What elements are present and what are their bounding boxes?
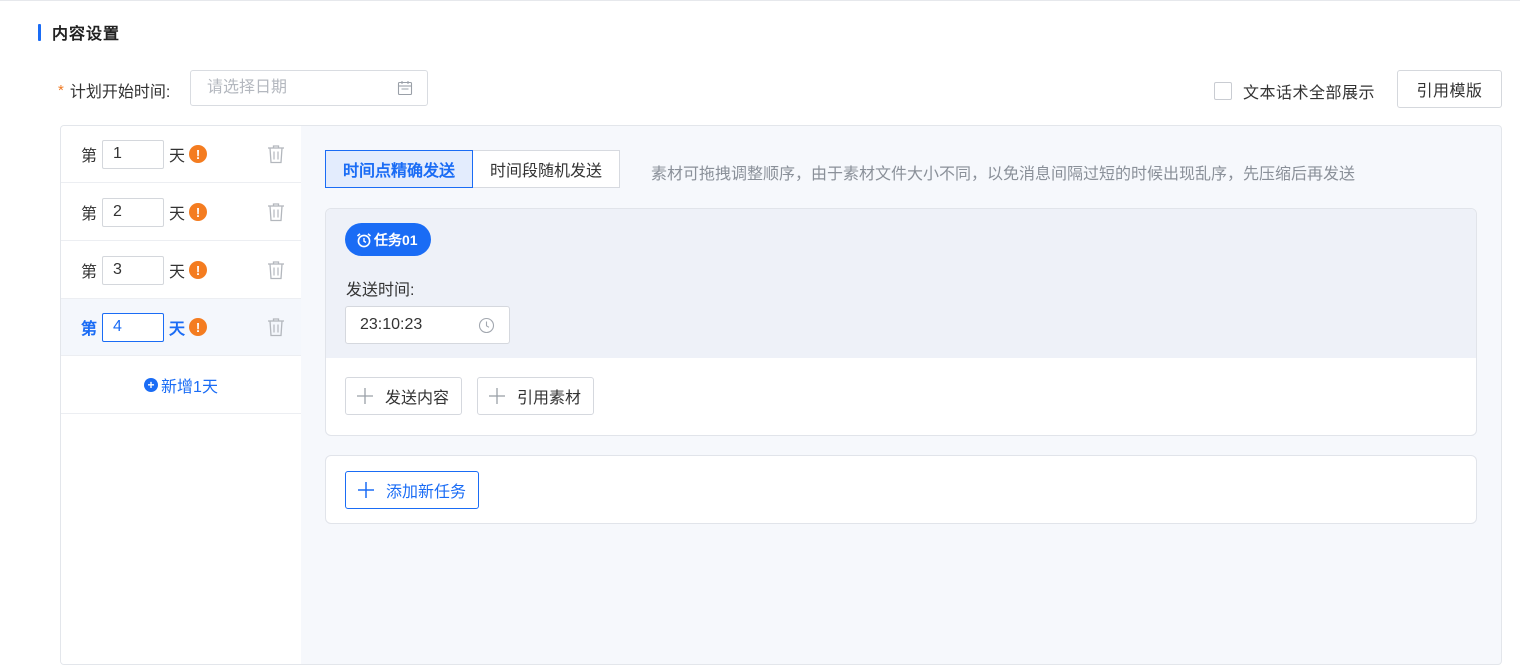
required-mark: * xyxy=(58,81,64,99)
plan-start-label-text: 计划开始时间: xyxy=(69,84,171,101)
send-time-label: 发送时间: xyxy=(346,282,415,299)
warning-icon: ! xyxy=(189,145,207,163)
day-prefix: 第 xyxy=(81,264,98,281)
day-row-4[interactable]: 第 4 天 ! xyxy=(61,299,301,356)
alarm-clock-icon xyxy=(356,232,372,247)
show-all-scripts-checkbox[interactable] xyxy=(1214,82,1232,100)
section-title-accent-bar xyxy=(38,23,41,41)
calendar-icon xyxy=(397,81,413,96)
day-number-input[interactable]: 4 xyxy=(102,312,164,342)
task-badge-label: 任务01 xyxy=(374,231,418,248)
warning-icon: ! xyxy=(189,203,207,221)
task-header: 任务01 发送时间: 23:10:23 xyxy=(326,209,1476,358)
send-time-value: 23:10:23 xyxy=(360,316,423,333)
day-number-input[interactable]: 2 xyxy=(102,197,164,227)
day-number-input[interactable]: 3 xyxy=(102,255,164,285)
tab-precise-time-send[interactable]: 时间点精确发送 xyxy=(325,150,474,188)
plus-icon xyxy=(357,388,373,404)
use-material-button[interactable]: 引用素材 xyxy=(477,377,595,415)
add-day-label: 新增1天 xyxy=(161,379,218,396)
day-suffix: 天 xyxy=(169,321,186,338)
section-title: 内容设置 xyxy=(38,22,121,43)
plus-icon xyxy=(489,388,506,404)
plus-icon xyxy=(358,482,374,498)
task-badge: 任务01 xyxy=(345,223,431,256)
send-mode-tabs: 时间点精确发送 时间段随机发送 xyxy=(325,150,621,188)
send-time-picker[interactable]: 23:10:23 xyxy=(345,306,510,344)
section-title-text: 内容设置 xyxy=(52,26,121,43)
show-all-scripts-option[interactable]: 文本话术全部展示 xyxy=(1214,79,1375,103)
day-row-1[interactable]: 第 1 天 ! xyxy=(61,126,301,183)
add-new-task-label: 添加新任务 xyxy=(386,484,467,501)
day-suffix: 天 xyxy=(169,264,186,281)
plan-start-label: * 计划开始时间: xyxy=(58,78,170,102)
day-prefix: 第 xyxy=(81,148,98,165)
top-divider xyxy=(0,0,1520,1)
trash-icon[interactable] xyxy=(267,202,285,222)
send-content-label: 发送内容 xyxy=(385,390,450,407)
send-content-button[interactable]: 发送内容 xyxy=(345,377,463,415)
clock-icon xyxy=(478,317,495,333)
plan-start-date-picker[interactable] xyxy=(190,70,428,106)
content-panel: 第 1 天 ! 第 2 天 ! 第 3 天 ! 第 4 天 ! + 新增1天 时… xyxy=(60,125,1502,665)
use-template-button[interactable]: 引用模版 xyxy=(1397,70,1502,108)
day-suffix: 天 xyxy=(169,148,186,165)
plus-circle-icon: + xyxy=(144,378,159,392)
warning-icon: ! xyxy=(189,261,207,279)
add-day-button[interactable]: + 新增1天 xyxy=(61,357,301,414)
day-number-input[interactable]: 1 xyxy=(102,139,164,169)
warning-icon: ! xyxy=(189,318,207,336)
add-new-task-button[interactable]: 添加新任务 xyxy=(345,471,479,509)
trash-icon[interactable] xyxy=(267,317,285,337)
day-prefix: 第 xyxy=(81,321,98,338)
day-prefix: 第 xyxy=(81,206,98,223)
task-card: 任务01 发送时间: 23:10:23 发送内容 引用素材 xyxy=(325,208,1477,436)
tab-random-period-send[interactable]: 时间段随机发送 xyxy=(473,150,621,188)
day-row-3[interactable]: 第 3 天 ! xyxy=(61,242,301,299)
trash-icon[interactable] xyxy=(267,144,285,164)
trash-icon[interactable] xyxy=(267,260,285,280)
task-actions: 发送内容 引用素材 xyxy=(345,377,609,415)
use-material-label: 引用素材 xyxy=(517,390,582,407)
send-mode-hint: 素材可拖拽调整顺序，由于素材文件大小不同，以免消息间隔过短的时候出现乱序，先压缩… xyxy=(651,166,1356,183)
add-task-card: 添加新任务 xyxy=(325,455,1477,524)
show-all-scripts-label: 文本话术全部展示 xyxy=(1243,85,1376,102)
day-suffix: 天 xyxy=(169,206,186,223)
plan-start-date-input[interactable] xyxy=(205,78,389,98)
day-list: 第 1 天 ! 第 2 天 ! 第 3 天 ! 第 4 天 ! + 新增1天 xyxy=(61,126,301,664)
day-row-2[interactable]: 第 2 天 ! xyxy=(61,184,301,241)
